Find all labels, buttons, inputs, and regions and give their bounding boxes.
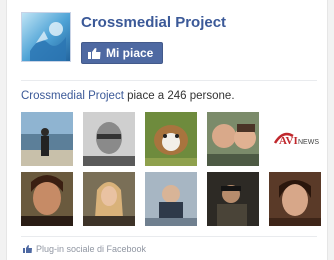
fan-photo-6[interactable] xyxy=(21,172,73,226)
fan-photo-3[interactable] xyxy=(145,112,197,166)
like-button-label: Mi piace xyxy=(106,46,154,60)
fan-photo-4[interactable] xyxy=(207,112,259,166)
svg-text:NEWS: NEWS xyxy=(298,139,319,146)
facebook-like-box: Crossmedial Project Mi piace Crossmedial… xyxy=(6,0,328,260)
thumbs-up-icon xyxy=(88,47,101,59)
page-name-link[interactable]: Crossmedial Project xyxy=(81,14,226,31)
svg-text:AVI: AVI xyxy=(279,135,298,147)
fan-photo-1[interactable] xyxy=(21,112,73,166)
facebook-plugin-footer[interactable]: Plug-in sociale di Facebook xyxy=(23,244,146,254)
fan-photo-7[interactable] xyxy=(83,172,135,226)
fan-photo-8[interactable] xyxy=(145,172,197,226)
divider-bottom xyxy=(21,236,317,237)
fan-logo-avinews[interactable]: AVI NEWS xyxy=(269,112,321,166)
like-count-text: Crossmedial Project piace a 246 persone. xyxy=(21,90,235,102)
footer-label: Plug-in sociale di Facebook xyxy=(36,244,147,254)
fan-photo-9[interactable] xyxy=(207,172,259,226)
fan-photo-2[interactable] xyxy=(83,112,135,166)
like-button[interactable]: Mi piace xyxy=(81,42,164,64)
likes-count-label: piace a 246 persone. xyxy=(123,90,235,102)
page-name-inline-link[interactable]: Crossmedial Project xyxy=(21,90,124,102)
divider-top xyxy=(21,80,317,81)
fan-photo-10[interactable] xyxy=(269,172,321,226)
facebook-thumb-icon xyxy=(23,245,32,253)
page-profile-picture[interactable] xyxy=(21,12,71,62)
